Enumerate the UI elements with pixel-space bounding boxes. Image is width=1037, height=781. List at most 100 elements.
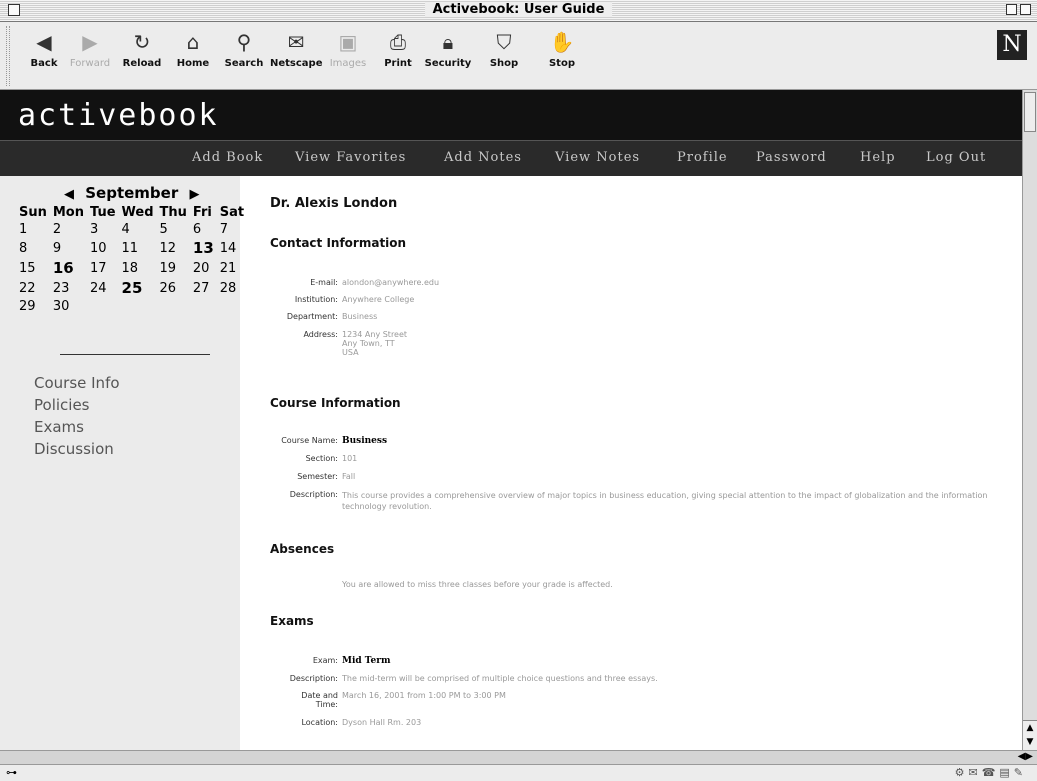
calendar-day[interactable]: 1 [18,221,52,238]
nav-profile[interactable]: Profile [677,150,728,165]
window-close-box[interactable] [8,4,20,16]
nav-log-out[interactable]: Log Out [926,150,986,165]
calendar-day[interactable]: 10 [89,238,121,258]
calendar-day[interactable]: 22 [18,278,52,298]
calendar-day [89,298,121,315]
day-header: Tue [90,205,116,220]
calendar-day[interactable]: 17 [89,258,121,278]
calendar-day[interactable]: 27 [192,278,219,298]
sidebar-item-course-info[interactable]: Course Info [34,372,120,394]
email-link[interactable]: alondon@anywhere.edu [342,278,439,287]
window-title: Activebook: User Guide [424,2,613,17]
back-button[interactable]: ◀ Back [18,28,70,82]
calendar-day[interactable]: 28 [219,278,249,298]
zoom-box[interactable] [1006,4,1017,15]
calendar-day[interactable]: 3 [89,221,121,238]
nav-password[interactable]: Password [756,150,827,165]
address-label: Address: [303,330,338,339]
calendar-day-highlighted[interactable]: 25 [121,278,159,298]
window-title-bar[interactable]: Activebook: User Guide [0,0,1037,22]
security-lock-icon: 🔒︎ [442,30,454,54]
forward-button[interactable]: ▶ Forward [64,28,116,82]
netscape-logo[interactable]: N [997,30,1027,60]
calendar-day[interactable]: 11 [121,238,159,258]
component-bar-icons[interactable]: ⚙✉☎▤✎ [955,766,1027,779]
exam-datetime-label: Date and Time: [301,691,338,709]
calendar-day-highlighted[interactable]: 13 [192,238,219,258]
vertical-scrollbar[interactable]: ▲ ▼ [1022,90,1037,750]
sidebar-item-exams[interactable]: Exams [34,416,120,438]
calendar-day [192,298,219,315]
calendar-day[interactable]: 6 [192,221,219,238]
nav-add-notes[interactable]: Add Notes [444,150,522,165]
calendar-day[interactable]: 7 [219,221,249,238]
nav-help[interactable]: Help [860,150,896,165]
contact-section-title: Contact Information [270,236,407,250]
nav-view-favorites[interactable]: View Favorites [295,150,406,165]
horizontal-scrollbar[interactable]: ◀▶ [0,750,1037,764]
calendar-day[interactable]: 14 [219,238,249,258]
security-button[interactable]: 🔒︎ Security [422,28,474,82]
address-field: Address: 1234 Any Street Any Town, TT US… [303,330,407,357]
calendar-day[interactable]: 15 [18,258,52,278]
course-section-title: Course Information [270,396,401,410]
department-value: Business [342,312,378,321]
calendar-day[interactable]: 30 [52,298,89,315]
calendar-day[interactable]: 24 [89,278,121,298]
sidebar-item-discussion[interactable]: Discussion [34,438,120,460]
calendar-day[interactable]: 20 [192,258,219,278]
course-description-value: This course provides a comprehensive ove… [342,491,988,511]
section-value: 101 [342,454,358,463]
stop-icon: ✋ [549,30,575,54]
calendar-day[interactable]: 12 [159,238,192,258]
absences-section-title: Absences [270,542,335,556]
stop-button[interactable]: ✋ Stop [536,28,588,82]
email-field: E-mail: alondon@anywhere.edu [310,278,439,287]
home-button[interactable]: ⌂ Home [167,28,219,82]
toolbar-grip[interactable] [6,26,10,86]
instructor-name: Dr. Alexis London [270,196,398,211]
course-name-value: Business [342,436,388,446]
site-logo[interactable]: activebook [18,98,219,133]
course-description-label: Description: [289,490,338,499]
calendar-day-highlighted[interactable]: 16 [52,258,89,278]
calendar-day[interactable]: 4 [121,221,159,238]
nav-add-book[interactable]: Add Book [192,150,263,165]
calendar-week: 22 23 24 25 26 27 28 [18,278,249,298]
prev-month-icon[interactable]: ◀ [64,187,74,202]
reload-button[interactable]: ↻ Reload [116,28,168,82]
horizontal-scroll-arrows-icon[interactable]: ◀▶ [1018,751,1033,762]
semester-label: Semester: [297,472,338,481]
nav-view-notes[interactable]: View Notes [555,150,640,165]
calendar-day [121,298,159,315]
calendar-week: 8 9 10 11 12 13 14 [18,238,249,258]
shop-button[interactable]: ⛉ Shop [478,28,530,82]
calendar-day[interactable]: 21 [219,258,249,278]
sidebar-item-policies[interactable]: Policies [34,394,120,416]
calendar-day[interactable]: 9 [52,238,89,258]
calendar-day[interactable]: 8 [18,238,52,258]
absences-text: You are allowed to miss three classes be… [342,580,613,589]
exam-datetime-value: March 16, 2001 from 1:00 PM to 3:00 PM [342,691,506,700]
scroll-thumb[interactable] [1024,92,1036,132]
window-zoom-controls[interactable] [1006,4,1031,15]
collapse-box[interactable] [1020,4,1031,15]
netscape-button[interactable]: ✉ Netscape [270,28,323,82]
calendar-day[interactable]: 23 [52,278,89,298]
connection-status-icon[interactable]: ⊶ [6,766,17,779]
next-month-icon[interactable]: ▶ [189,187,199,202]
calendar-day[interactable]: 5 [159,221,192,238]
section-field: Section: 101 [306,454,358,463]
calendar-day[interactable]: 2 [52,221,89,238]
scroll-arrows[interactable]: ▲ ▼ [1023,720,1037,750]
back-arrow-icon: ◀ [36,30,52,54]
search-button[interactable]: ⚲ Search [218,28,270,82]
calendar-day[interactable]: 19 [159,258,192,278]
calendar-day[interactable]: 26 [159,278,192,298]
calendar-day[interactable]: 18 [121,258,159,278]
images-button[interactable]: ▣ Images [322,28,374,82]
calendar-day[interactable]: 29 [18,298,52,315]
print-button[interactable]: ⎙ Print [372,28,424,82]
calendar-day [219,298,249,315]
section-label: Section: [305,454,338,463]
